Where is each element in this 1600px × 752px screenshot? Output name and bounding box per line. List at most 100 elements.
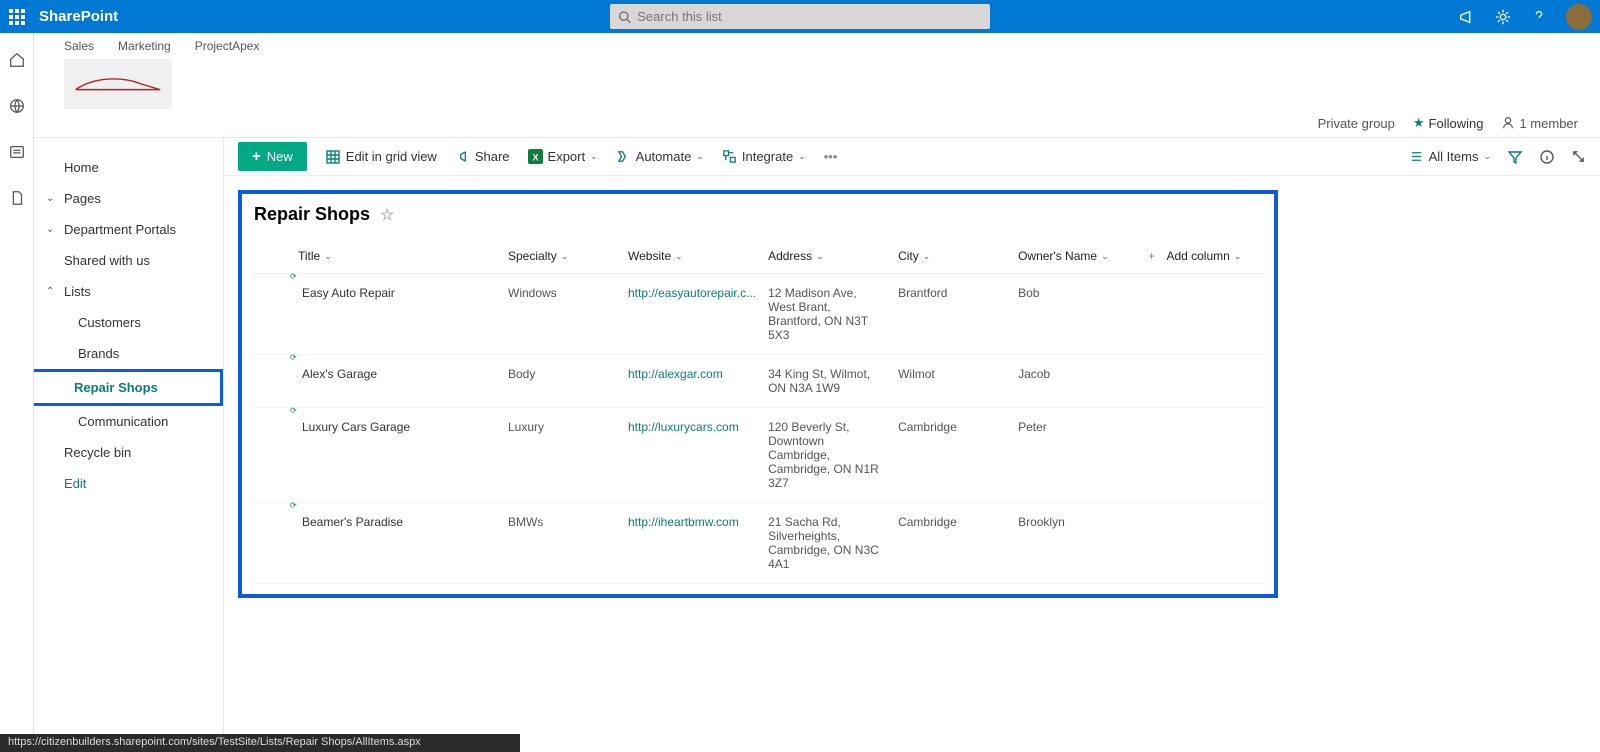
nav-edit[interactable]: Edit	[34, 468, 223, 499]
megaphone-icon[interactable]	[1458, 8, 1476, 26]
chevron-down-icon: ⌄	[1483, 151, 1491, 162]
brand-label[interactable]: SharePoint	[39, 8, 118, 25]
chevron-down-icon: ⌄	[46, 224, 54, 235]
website-link[interactable]: http://iheartbmw.com	[628, 515, 739, 529]
website-link[interactable]: http://easyautorepair.c...	[628, 286, 756, 300]
list-table: Title⌄ Specialty⌄ Website⌄ Address⌄ City…	[252, 239, 1264, 584]
privacy-label: Private group	[1318, 116, 1395, 131]
col-website[interactable]: Website⌄	[622, 239, 762, 274]
tab-marketing[interactable]: Marketing	[118, 39, 171, 53]
col-add[interactable]: + Add column⌄	[1142, 239, 1264, 274]
cell-title[interactable]: ⟳Luxury Cars Garage	[292, 408, 502, 503]
col-select[interactable]	[252, 239, 292, 274]
nav-recycle-bin[interactable]: Recycle bin	[34, 437, 223, 468]
automate-button[interactable]: Automate⌄	[616, 149, 704, 164]
cell-website: http://iheartbmw.com	[622, 503, 762, 584]
tab-projectapex[interactable]: ProjectApex	[195, 39, 260, 53]
plus-icon: +	[252, 148, 261, 165]
files-icon[interactable]	[8, 189, 26, 207]
col-address[interactable]: Address⌄	[762, 239, 892, 274]
table-row[interactable]: ⟳Beamer's ParadiseBMWs http://iheartbmw.c…	[252, 503, 1264, 584]
help-icon[interactable]	[1530, 8, 1548, 26]
site-logo[interactable]	[64, 59, 172, 109]
chevron-down-icon: ⌄	[1234, 251, 1242, 262]
user-avatar[interactable]	[1566, 4, 1592, 30]
more-button[interactable]: •••	[824, 149, 838, 164]
cell-title[interactable]: ⟳Easy Auto Repair	[292, 274, 502, 355]
site-nav: Home ⌄Pages ⌄Department Portals Shared w…	[34, 138, 224, 752]
cell-city: Brantford	[892, 274, 1012, 355]
col-owner[interactable]: Owner's Name⌄	[1012, 239, 1142, 274]
share-button[interactable]: Share	[455, 149, 510, 164]
chevron-up-icon: ⌃	[46, 286, 54, 297]
tab-sales[interactable]: Sales	[64, 39, 94, 53]
new-button[interactable]: + New	[238, 142, 307, 171]
search-box[interactable]	[610, 4, 990, 29]
nav-repair-shops[interactable]: Repair Shops	[34, 372, 220, 403]
table-row[interactable]: ⟳Luxury Cars GarageLuxury http://luxuryca…	[252, 408, 1264, 503]
app-launcher-icon[interactable]	[0, 0, 33, 33]
command-bar: + New Edit in grid view Share X Export⌄	[224, 138, 1600, 176]
chevron-down-icon: ⌄	[816, 251, 824, 262]
website-link[interactable]: http://luxurycars.com	[628, 420, 739, 434]
col-city[interactable]: City⌄	[892, 239, 1012, 274]
list-container: Repair Shops ☆ Title⌄ Specialty⌄ Website…	[238, 190, 1278, 598]
chevron-down-icon: ⌄	[675, 251, 683, 262]
integrate-icon	[722, 149, 737, 164]
cell-specialty: BMWs	[502, 503, 622, 584]
chevron-down-icon: ⌄	[590, 151, 598, 162]
cell-address: 120 Beverly St, Downtown Cambridge, Camb…	[762, 408, 892, 503]
nav-customers[interactable]: Customers	[34, 307, 223, 338]
home-icon[interactable]	[8, 51, 26, 69]
cell-owner: Jacob	[1012, 355, 1142, 408]
view-selector[interactable]: All Items⌄	[1409, 149, 1491, 164]
chevron-down-icon: ⌄	[324, 251, 332, 262]
cell-website: http://luxurycars.com	[622, 408, 762, 503]
cell-title[interactable]: ⟳Beamer's Paradise	[292, 503, 502, 584]
activity-icon: ⟳	[290, 353, 297, 362]
col-title[interactable]: Title⌄	[292, 239, 502, 274]
settings-icon[interactable]	[1494, 8, 1512, 26]
integrate-button[interactable]: Integrate⌄	[722, 149, 806, 164]
filter-icon[interactable]	[1507, 149, 1523, 165]
info-icon[interactable]	[1539, 149, 1555, 165]
chevron-down-icon: ⌄	[46, 193, 54, 204]
person-icon	[1501, 116, 1515, 130]
cell-address: 34 King St, Wilmot, ON N3A 1W9	[762, 355, 892, 408]
edit-grid-button[interactable]: Edit in grid view	[325, 149, 437, 165]
globe-icon[interactable]	[8, 97, 26, 115]
website-link[interactable]: http://alexgar.com	[628, 367, 723, 381]
flow-icon	[616, 149, 631, 164]
nav-lists[interactable]: ⌃Lists	[34, 276, 223, 307]
cell-city: Cambridge	[892, 503, 1012, 584]
nav-pages[interactable]: ⌄Pages	[34, 183, 223, 214]
chevron-down-icon: ⌄	[1101, 251, 1109, 262]
svg-text:X: X	[532, 152, 539, 162]
chevron-down-icon: ⌄	[696, 151, 704, 162]
nav-brands[interactable]: Brands	[34, 338, 223, 369]
nav-communication[interactable]: Communication	[34, 406, 223, 437]
share-icon	[455, 149, 470, 164]
members-button[interactable]: 1 member	[1501, 116, 1578, 131]
export-button[interactable]: X Export⌄	[528, 149, 598, 164]
cell-owner: Peter	[1012, 408, 1142, 503]
cell-city: Cambridge	[892, 408, 1012, 503]
star-icon: ★	[1413, 115, 1425, 131]
following-button[interactable]: ★ Following	[1413, 115, 1484, 131]
nav-shared[interactable]: Shared with us	[34, 245, 223, 276]
hub-header: Sales Marketing ProjectApex	[34, 33, 1600, 109]
cell-address: 12 Madison Ave, West Brant, Brantford, O…	[762, 274, 892, 355]
nav-dept-portals[interactable]: ⌄Department Portals	[34, 214, 223, 245]
cell-title[interactable]: ⟳Alex's Garage	[292, 355, 502, 408]
activity-icon: ⟳	[290, 406, 297, 415]
nav-home[interactable]: Home	[34, 152, 223, 183]
expand-icon[interactable]	[1571, 149, 1586, 164]
news-icon[interactable]	[8, 143, 26, 161]
col-specialty[interactable]: Specialty⌄	[502, 239, 622, 274]
table-row[interactable]: ⟳Easy Auto RepairWindowshttp://easyautor…	[252, 274, 1264, 355]
table-row[interactable]: ⟳Alex's GarageBodyhttp://alexgar.com34 K…	[252, 355, 1264, 408]
search-input[interactable]	[637, 9, 982, 24]
favorite-icon[interactable]: ☆	[380, 205, 394, 225]
activity-icon: ⟳	[290, 501, 297, 510]
cell-specialty: Luxury	[502, 408, 622, 503]
